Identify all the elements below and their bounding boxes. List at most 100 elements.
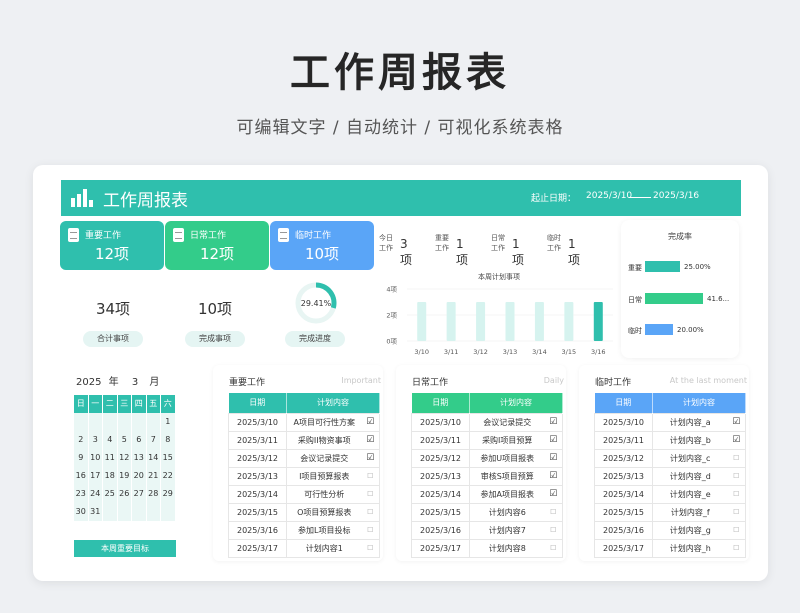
panel-title: 临时工作	[595, 378, 632, 388]
calendar-day[interactable]: 4	[103, 431, 118, 449]
calendar-day[interactable]: 27	[132, 485, 147, 503]
checked-box-icon[interactable]: ☑	[361, 448, 380, 468]
checked-box-icon[interactable]: ☑	[544, 430, 563, 450]
checked-box-icon[interactable]: ☑	[544, 448, 563, 468]
bar-3/15	[564, 302, 574, 341]
calendar-day[interactable]: 23	[74, 485, 89, 503]
calendar-day[interactable]: 13	[132, 449, 147, 467]
calendar-day[interactable]: 5	[117, 431, 132, 449]
calendar-day[interactable]: 28	[146, 485, 161, 503]
row-content[interactable]: 参加L项目投标	[286, 520, 362, 540]
calendar-day[interactable]: 16	[74, 467, 89, 485]
card-label: 重要工作	[85, 231, 122, 241]
calendar-day[interactable]: 8	[161, 431, 176, 449]
row-content[interactable]: 计划内容_g	[652, 520, 728, 540]
row-content[interactable]: 计划内容_e	[652, 484, 728, 504]
row-content[interactable]: 计划内容8	[469, 538, 545, 558]
checked-box-icon[interactable]: ☑	[361, 430, 380, 450]
checked-box-icon[interactable]: ☑	[544, 466, 563, 486]
y-tick-label: 0项	[386, 338, 397, 346]
unchecked-box-icon[interactable]: ☐	[544, 538, 563, 558]
calendar-day[interactable]: 12	[117, 449, 132, 467]
unchecked-box-icon[interactable]: ☐	[727, 538, 746, 558]
calendar-day[interactable]: 18	[103, 467, 118, 485]
calendar-day[interactable]: 26	[117, 485, 132, 503]
unchecked-box-icon[interactable]: ☐	[361, 538, 380, 558]
weekly-goal-button[interactable]: 本周重要目标	[74, 540, 176, 557]
calendar-day[interactable]: 24	[88, 485, 103, 503]
unchecked-box-icon[interactable]: ☐	[361, 502, 380, 522]
calendar-day[interactable]: 29	[161, 485, 176, 503]
row-date: 2025/3/14	[594, 484, 653, 504]
card-label: 日常工作	[190, 231, 227, 241]
row-content[interactable]: O项目预算报表	[286, 502, 362, 522]
row-content[interactable]: I项目预算报表	[286, 466, 362, 486]
bar-chart-icon	[71, 189, 93, 207]
calendar-day[interactable]: 31	[88, 503, 103, 521]
unchecked-box-icon[interactable]: ☐	[361, 484, 380, 504]
unchecked-box-icon[interactable]: ☐	[544, 520, 563, 540]
unchecked-box-icon[interactable]: ☐	[544, 502, 563, 522]
row-content[interactable]: 计划内容1	[286, 538, 362, 558]
row-content[interactable]: 采购II物资事项	[286, 430, 362, 450]
row-content[interactable]: 计划内容_h	[652, 538, 728, 558]
checked-box-icon[interactable]: ☑	[544, 412, 563, 432]
calendar-day[interactable]: 10	[88, 449, 103, 467]
calendar-day[interactable]: 9	[74, 449, 89, 467]
calendar-day[interactable]: 25	[103, 485, 118, 503]
unchecked-box-icon[interactable]: ☐	[727, 466, 746, 486]
unchecked-box-icon[interactable]: ☐	[727, 520, 746, 540]
row-date: 2025/3/13	[228, 466, 287, 486]
row-date: 2025/3/12	[411, 448, 470, 468]
start-date[interactable]: 2025/3/10	[586, 191, 632, 201]
calendar-day[interactable]: 2	[74, 431, 89, 449]
calendar-day[interactable]: 6	[132, 431, 147, 449]
row-content[interactable]: 计划内容_d	[652, 466, 728, 486]
checked-box-icon[interactable]: ☑	[727, 430, 746, 450]
column-header-content: 计划内容	[469, 393, 563, 413]
calendar-day[interactable]: 11	[103, 449, 118, 467]
unchecked-box-icon[interactable]: ☐	[727, 484, 746, 504]
row-content[interactable]: 采购I项目预算	[469, 430, 545, 450]
checked-box-icon[interactable]: ☑	[544, 484, 563, 504]
calendar-day[interactable]: 14	[146, 449, 161, 467]
row-content[interactable]: A项目可行性方案	[286, 412, 362, 432]
calendar-day[interactable]: 3	[88, 431, 103, 449]
calendar-day[interactable]: 21	[146, 467, 161, 485]
calendar-day[interactable]: 30	[74, 503, 89, 521]
calendar-day[interactable]: 15	[161, 449, 176, 467]
checked-box-icon[interactable]: ☑	[727, 412, 746, 432]
row-content[interactable]: 参加A项目报表	[469, 484, 545, 504]
unchecked-box-icon[interactable]: ☐	[361, 466, 380, 486]
calendar-day[interactable]: 22	[161, 467, 176, 485]
row-content[interactable]: 会议记录提交	[286, 448, 362, 468]
unchecked-box-icon[interactable]: ☐	[361, 520, 380, 540]
calendar-day[interactable]: 20	[132, 467, 147, 485]
important-task-panel: 重要工作 Important 日期 计划内容 2025/3/10 A项目可行性方案 ☑ 2…	[213, 365, 383, 561]
row-content[interactable]: 计划内容7	[469, 520, 545, 540]
calendar-month[interactable]: 3	[132, 377, 138, 388]
row-content[interactable]: 可行性分析	[286, 484, 362, 504]
column-header-date: 日期	[411, 393, 470, 413]
calendar-day[interactable]: 19	[117, 467, 132, 485]
unchecked-box-icon[interactable]: ☐	[727, 502, 746, 522]
calendar-day[interactable]: 7	[146, 431, 161, 449]
row-content[interactable]: 计划内容_c	[652, 448, 728, 468]
calendar-year[interactable]: 2025	[76, 377, 101, 388]
row-content[interactable]: 计划内容_a	[652, 412, 728, 432]
important-work-card: 重要工作 12项	[60, 221, 164, 270]
calendar-day[interactable]: 1	[161, 413, 176, 431]
calendar-day[interactable]: 17	[88, 467, 103, 485]
row-content[interactable]: 参加U项目报表	[469, 448, 545, 468]
row-content[interactable]: 计划内容_b	[652, 430, 728, 450]
row-date: 2025/3/10	[411, 412, 470, 432]
row-content[interactable]: 会议记录提交	[469, 412, 545, 432]
end-date[interactable]: 2025/3/16	[653, 191, 699, 201]
unchecked-box-icon[interactable]: ☐	[727, 448, 746, 468]
row-content[interactable]: 审核S项目预算	[469, 466, 545, 486]
calendar-empty	[117, 503, 132, 521]
row-content[interactable]: 计划内容6	[469, 502, 545, 522]
banner-title: 工作周报表	[103, 191, 188, 211]
row-content[interactable]: 计划内容_f	[652, 502, 728, 522]
checked-box-icon[interactable]: ☑	[361, 412, 380, 432]
